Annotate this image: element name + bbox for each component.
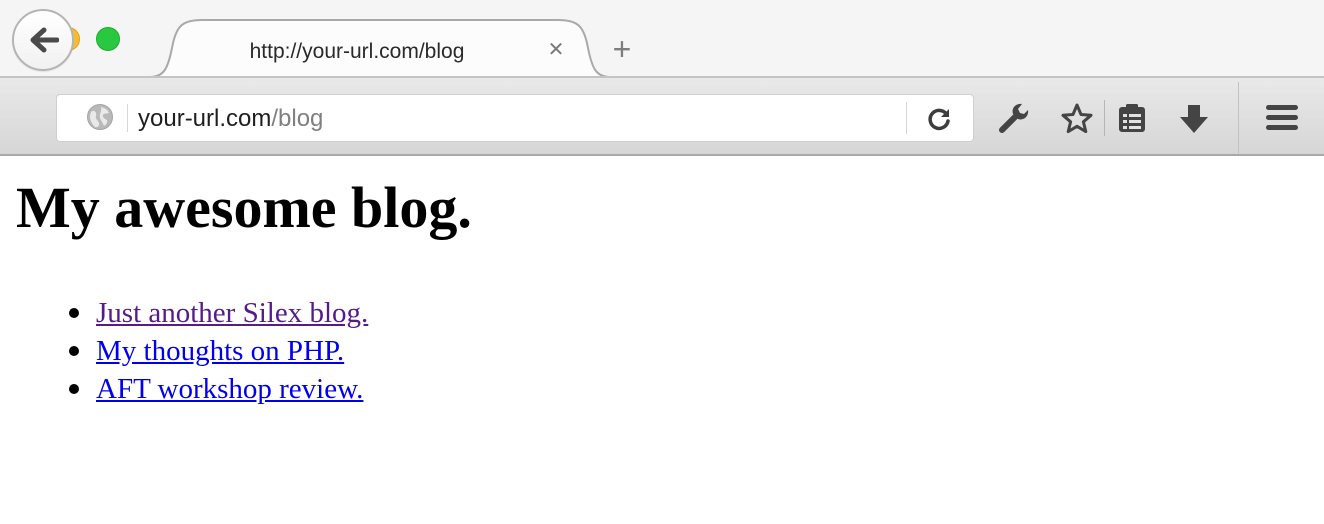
reading-list-icon[interactable] [1116, 102, 1148, 134]
list-item: My thoughts on PHP. [69, 332, 368, 370]
url-domain: your-url.com [138, 105, 272, 132]
url-text[interactable]: your-url.com/blog [138, 104, 323, 134]
star-icon[interactable] [1060, 102, 1094, 136]
bullet-icon [69, 346, 79, 356]
bullet-icon [69, 384, 79, 394]
globe-icon[interactable] [86, 103, 114, 131]
tab-close-icon[interactable]: ✕ [543, 37, 569, 63]
back-arrow-icon [30, 27, 59, 53]
url-path: /blog [271, 105, 324, 132]
post-link[interactable]: AFT workshop review. [96, 373, 363, 405]
url-separator [127, 104, 128, 132]
post-link[interactable]: Just another Silex blog. [96, 297, 368, 329]
post-list: Just another Silex blog. My thoughts on … [69, 294, 368, 408]
bullet-icon [69, 308, 79, 318]
post-link[interactable]: My thoughts on PHP. [96, 335, 344, 367]
list-item: Just another Silex blog. [69, 294, 368, 332]
page-content: My awesome blog. Just another Silex blog… [0, 158, 1324, 524]
reload-separator [906, 102, 907, 134]
new-tab-button[interactable]: + [606, 33, 638, 66]
maximize-window-button[interactable] [96, 27, 120, 51]
toolbar-separator [1104, 100, 1105, 136]
download-icon[interactable] [1178, 103, 1210, 135]
back-button[interactable] [12, 9, 74, 71]
title-bar: http://your-url.com/blog ✕ + [0, 0, 1324, 78]
list-item: AFT workshop review. [69, 370, 368, 408]
menu-icon[interactable] [1266, 104, 1298, 132]
page-title: My awesome blog. [16, 175, 472, 240]
toolbar-separator [1238, 82, 1239, 154]
wrench-icon[interactable] [998, 101, 1030, 135]
tab-title: http://your-url.com/blog [249, 40, 465, 63]
reload-icon[interactable] [924, 104, 954, 134]
